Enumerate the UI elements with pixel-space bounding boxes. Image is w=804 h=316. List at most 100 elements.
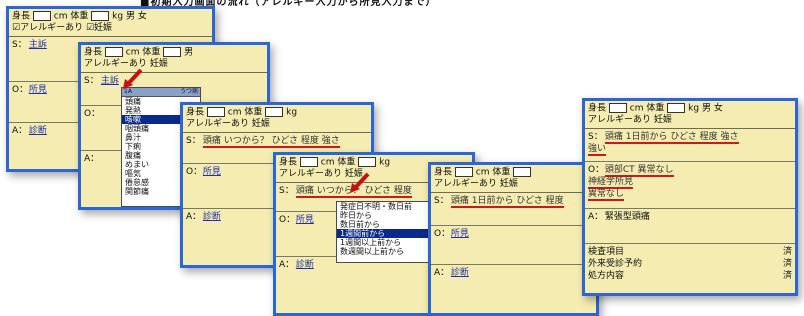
height-input[interactable]: [608, 103, 627, 113]
sex-female-radio[interactable]: 女: [138, 12, 147, 22]
dropdown-item[interactable]: 昨日から: [337, 211, 429, 220]
weight-unit: kg: [286, 107, 298, 118]
s-link[interactable]: 主訴: [29, 40, 47, 50]
sex-male-radio[interactable]: 男: [702, 104, 711, 114]
pregnancy-label: 妊娠: [653, 114, 672, 125]
weight-input[interactable]: [513, 167, 532, 177]
a-label: A：: [434, 267, 450, 278]
a-text[interactable]: 緊張型頭痛: [605, 212, 650, 222]
weight-label: 体重: [646, 103, 665, 114]
s-text-continued[interactable]: 強い: [588, 143, 607, 156]
o-text-2[interactable]: 神経学所見: [588, 176, 634, 189]
weight-input[interactable]: [163, 47, 182, 57]
s-label: S：: [434, 195, 449, 206]
s-label: S：: [279, 185, 294, 196]
a-link[interactable]: 診断: [203, 212, 221, 222]
allergy-checkbox[interactable]: ☑: [12, 23, 20, 33]
o-label: O：: [12, 84, 29, 95]
height-input[interactable]: [104, 47, 123, 57]
weight-label: 体重: [337, 157, 356, 168]
height-input[interactable]: [299, 157, 318, 167]
footer-item-label: 外来受診予約: [588, 258, 643, 269]
vitals-header: 身長 cm 体重 男 アレルギーあり 妊娠: [81, 45, 267, 73]
o-row: O： 頭部CT 異常なし 神経学所見 異常なし: [585, 162, 795, 209]
height-input[interactable]: [206, 107, 225, 117]
sex-male-radio[interactable]: 男: [126, 12, 135, 22]
sex-female-radio[interactable]: 女: [714, 104, 723, 114]
a-label: A：: [84, 153, 100, 164]
o-text-3[interactable]: 異常なし: [588, 188, 625, 201]
footer-item-value[interactable]: 済: [783, 270, 792, 282]
weight-label: 体重: [142, 47, 161, 58]
height-label: 身長: [12, 11, 31, 22]
footer-item: 処方内容 済: [588, 270, 792, 282]
s-label: S：: [588, 131, 603, 142]
footer-item-value[interactable]: 済: [783, 246, 792, 258]
a-link[interactable]: 診断: [29, 126, 47, 136]
height-unit: cm: [320, 157, 335, 168]
sex-male-radio[interactable]: 男: [184, 48, 193, 58]
onset-dropdown[interactable]: 発症日不明・数日前 昨日から 数日前から 1週間前から 1週間以上前から 数週間…: [336, 201, 430, 263]
a-label: A：: [12, 125, 28, 136]
height-unit: cm: [53, 11, 68, 22]
height-unit: cm: [227, 107, 242, 118]
weight-input[interactable]: [91, 11, 110, 21]
o-text[interactable]: 頭部CT 異常なし: [604, 164, 674, 177]
o-label: O：: [84, 108, 101, 119]
footer-row: 検査項目 済 外来受診予約 済 処方内容 済: [585, 244, 795, 286]
footer-item-value[interactable]: 済: [783, 258, 792, 270]
height-label: 身長: [186, 107, 205, 118]
o-link[interactable]: 所見: [29, 85, 47, 95]
o-label: O：: [588, 164, 605, 175]
dropdown-item[interactable]: 数日前から: [337, 220, 429, 229]
height-label: 身長: [588, 103, 607, 114]
a-link[interactable]: 診断: [451, 268, 469, 278]
o-link[interactable]: 所見: [203, 167, 221, 177]
s-text[interactable]: 頭痛 1日前から ひどさ 程度 強さ: [604, 131, 739, 144]
dropdown-item[interactable]: 数週間以上前から: [337, 247, 429, 256]
a-link[interactable]: 診断: [296, 260, 314, 270]
weight-unit: kg: [112, 11, 124, 22]
red-arrow-icon: [350, 172, 370, 193]
height-unit: cm: [475, 167, 490, 178]
o-label: O：: [434, 228, 451, 239]
s-label: S：: [84, 75, 99, 86]
s-label: S：: [186, 135, 201, 146]
vitals-header: 身長 cm 体重 kg アレルギーあり 妊娠: [183, 105, 371, 133]
o-row: O： 所見: [431, 226, 596, 265]
weight-unit: kg: [379, 157, 391, 168]
s-row: S： 頭痛 1日前から ひどさ 程度: [431, 193, 596, 226]
allergy-label: アレルギーあり: [434, 178, 498, 189]
weight-input[interactable]: [667, 103, 686, 113]
dropdown-item-selected[interactable]: 1週間前から: [337, 229, 429, 238]
a-label: A：: [588, 211, 604, 222]
weight-label: 体重: [244, 107, 263, 118]
height-label: 身長: [279, 157, 298, 168]
o-link[interactable]: 所見: [296, 215, 314, 225]
footer-item-label: 検査項目: [588, 246, 625, 257]
a-row: A： 診断: [431, 265, 596, 309]
weight-input[interactable]: [265, 107, 284, 117]
height-input[interactable]: [454, 167, 473, 177]
footer-item: 外来受診予約 済: [588, 258, 792, 270]
weight-unit: kg: [688, 103, 700, 114]
footer-item: 検査項目 済: [588, 246, 792, 258]
height-label: 身長: [84, 47, 103, 58]
pregnancy-checkbox[interactable]: ☑: [86, 23, 94, 33]
dropdown-item[interactable]: 1週間以上前から: [337, 238, 429, 247]
dropdown-header-right: うつ病: [179, 88, 198, 95]
allergy-label: アレルギーあり: [20, 22, 84, 33]
caption-strip: ■初期入力画面の流れ（アレルギー入力から所見入力まで）: [140, 0, 437, 6]
o-link[interactable]: 所見: [451, 229, 469, 239]
s-text[interactable]: 頭痛 いつから？ ひどさ 程度 強さ: [202, 135, 340, 148]
height-unit: cm: [125, 47, 140, 58]
dropdown-item[interactable]: 発症日不明・数日前: [337, 202, 429, 211]
footer-item-label: 処方内容: [588, 270, 625, 281]
height-input[interactable]: [32, 11, 51, 21]
pregnancy-label: 妊娠: [499, 178, 518, 189]
a-label: A：: [186, 211, 202, 222]
s-link[interactable]: 主訴: [101, 76, 119, 86]
s-text[interactable]: 頭痛 1日前から ひどさ 程度: [450, 195, 564, 208]
weight-input[interactable]: [358, 157, 377, 167]
vitals-header: 身長 cm 体重 kg 男 女 アレルギーあり 妊娠: [585, 101, 795, 129]
